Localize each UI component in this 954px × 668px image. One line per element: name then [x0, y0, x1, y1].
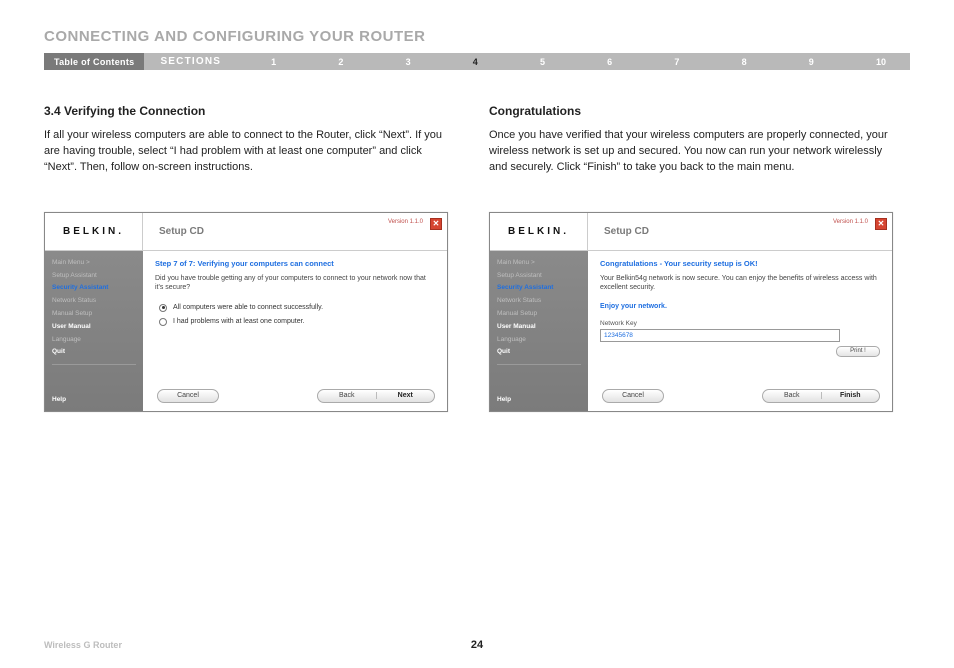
network-key-label: Network Key: [600, 320, 880, 327]
right-column: Congratulations Once you have verified t…: [489, 104, 910, 176]
close-icon[interactable]: ✕: [430, 218, 442, 230]
app-title: Setup CD: [159, 226, 204, 237]
toc-link[interactable]: Table of Contents: [44, 53, 144, 70]
step-heading: Step 7 of 7: Verifying your computers ca…: [155, 259, 435, 268]
step-question: Did you have trouble getting any of your…: [155, 274, 435, 293]
radio-label: I had problems with at least one compute…: [173, 318, 305, 325]
sidebar-item-setup-assistant[interactable]: Setup Assistant: [497, 272, 581, 280]
sidebar-item-network-status[interactable]: Network Status: [497, 297, 581, 305]
left-body: If all your wireless computers are able …: [44, 128, 444, 176]
back-button[interactable]: Back: [318, 392, 376, 399]
screenshot-congrats: BELKIN. Setup CD Version 1.1.0 ✕ Main Me…: [489, 212, 893, 412]
help-link[interactable]: Help: [497, 396, 511, 403]
section-4[interactable]: 4: [467, 57, 484, 67]
section-1[interactable]: 1: [265, 57, 282, 67]
section-8[interactable]: 8: [736, 57, 753, 67]
next-button[interactable]: Next: [376, 392, 435, 399]
sidebar-divider: [497, 364, 581, 365]
left-column: 3.4 Verifying the Connection If all your…: [44, 104, 465, 176]
brand-logo: BELKIN.: [508, 226, 569, 237]
sections-label: SECTIONS: [144, 53, 237, 70]
section-6[interactable]: 6: [601, 57, 618, 67]
sidebar-item-security-assistant[interactable]: Security Assistant: [52, 284, 136, 292]
back-next-group: Back Next: [317, 389, 435, 403]
app-title: Setup CD: [604, 226, 649, 237]
section-9[interactable]: 9: [803, 57, 820, 67]
network-key-input[interactable]: [600, 329, 840, 342]
version-label: Version 1.1.0: [833, 219, 868, 225]
product-name: Wireless G Router: [44, 640, 122, 650]
sidebar-divider: [52, 364, 136, 365]
sidebar-item-quit[interactable]: Quit: [497, 348, 581, 356]
left-heading: 3.4 Verifying the Connection: [44, 104, 465, 118]
page-title: CONNECTING AND CONFIGURING YOUR ROUTER: [44, 28, 910, 45]
screenshot-verify: BELKIN. Setup CD Version 1.1.0 ✕ Main Me…: [44, 212, 448, 412]
section-10[interactable]: 10: [870, 57, 892, 67]
section-3[interactable]: 3: [400, 57, 417, 67]
sidebar-item-security-assistant[interactable]: Security Assistant: [497, 284, 581, 292]
section-5[interactable]: 5: [534, 57, 551, 67]
section-numbers: 1 2 3 4 5 6 7 8 9 10: [237, 53, 910, 70]
sidebar-item-main-menu[interactable]: Main Menu >: [52, 259, 136, 267]
help-link[interactable]: Help: [52, 396, 66, 403]
version-label: Version 1.1.0: [388, 219, 423, 225]
sidebar-item-network-status[interactable]: Network Status: [52, 297, 136, 305]
radio-label: All computers were able to connect succe…: [173, 304, 323, 311]
radio-icon: [159, 318, 167, 326]
brand-logo: BELKIN.: [63, 226, 124, 237]
sidebar-item-manual-setup[interactable]: Manual Setup: [497, 310, 581, 318]
sidebar-item-language[interactable]: Language: [52, 336, 136, 344]
back-button[interactable]: Back: [763, 392, 821, 399]
print-button[interactable]: Print !: [836, 346, 880, 357]
congrats-heading: Congratulations - Your security setup is…: [600, 259, 880, 268]
right-body: Once you have verified that your wireles…: [489, 128, 889, 176]
sidebar: Main Menu > Setup Assistant Security Ass…: [45, 251, 143, 411]
radio-icon: [159, 304, 167, 312]
sidebar-item-quit[interactable]: Quit: [52, 348, 136, 356]
cancel-button[interactable]: Cancel: [602, 389, 664, 403]
back-finish-group: Back Finish: [762, 389, 880, 403]
radio-success[interactable]: All computers were able to connect succe…: [159, 304, 435, 312]
sidebar-item-language[interactable]: Language: [497, 336, 581, 344]
finish-button[interactable]: Finish: [821, 392, 880, 399]
app-header: BELKIN. Setup CD Version 1.1.0 ✕: [45, 213, 447, 251]
sidebar-item-setup-assistant[interactable]: Setup Assistant: [52, 272, 136, 280]
section-7[interactable]: 7: [668, 57, 685, 67]
content-pane: Congratulations - Your security setup is…: [588, 251, 892, 411]
section-nav: Table of Contents SECTIONS 1 2 3 4 5 6 7…: [44, 53, 910, 70]
close-icon[interactable]: ✕: [875, 218, 887, 230]
right-heading: Congratulations: [489, 104, 910, 118]
page-number: 24: [471, 639, 483, 651]
app-header: BELKIN. Setup CD Version 1.1.0 ✕: [490, 213, 892, 251]
sidebar-item-main-menu[interactable]: Main Menu >: [497, 259, 581, 267]
sidebar: Main Menu > Setup Assistant Security Ass…: [490, 251, 588, 411]
sidebar-item-user-manual[interactable]: User Manual: [497, 323, 581, 331]
radio-problem[interactable]: I had problems with at least one compute…: [159, 318, 435, 326]
sidebar-item-manual-setup[interactable]: Manual Setup: [52, 310, 136, 318]
sidebar-item-user-manual[interactable]: User Manual: [52, 323, 136, 331]
cancel-button[interactable]: Cancel: [157, 389, 219, 403]
content-pane: Step 7 of 7: Verifying your computers ca…: [143, 251, 447, 411]
congrats-line: Your Belkin54g network is now secure. Yo…: [600, 274, 880, 293]
section-2[interactable]: 2: [332, 57, 349, 67]
enjoy-text: Enjoy your network.: [600, 303, 880, 310]
